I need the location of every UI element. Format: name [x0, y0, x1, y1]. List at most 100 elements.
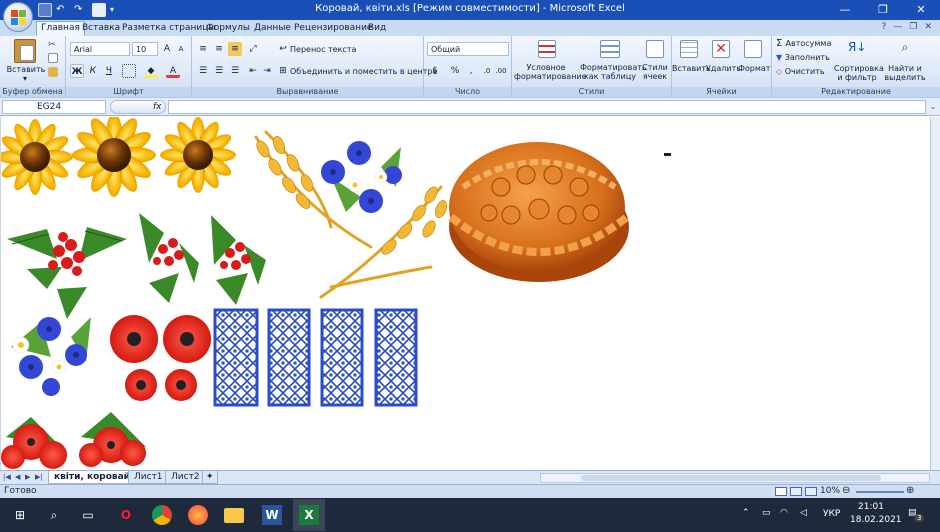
merge-center-icon[interactable]: ⊞ [276, 64, 290, 78]
windows-icon[interactable]: ⊞ [10, 505, 30, 525]
tab-page-layout[interactable]: Разметка страницы [122, 21, 216, 36]
ribbon-minimize-icon[interactable]: — [893, 22, 902, 32]
zoom-level[interactable]: 10% [820, 486, 840, 496]
last-sheet-icon[interactable]: ▶| [35, 473, 43, 481]
tab-view[interactable]: Вид [368, 21, 386, 36]
battery-icon[interactable]: ▭ [762, 508, 771, 518]
font-size-select[interactable]: 10 [132, 42, 158, 56]
poppies-group[interactable] [110, 315, 211, 401]
small-shape[interactable] [664, 153, 671, 156]
close-button[interactable]: ✕ [902, 0, 940, 20]
underline-button[interactable]: Ч [102, 64, 116, 78]
font-color-icon[interactable]: A [166, 64, 180, 78]
align-bottom-icon[interactable]: ≡ [228, 42, 242, 56]
tray-chevron-icon[interactable]: ⌃ [742, 508, 750, 518]
tab-formulas[interactable]: Формулы [206, 21, 250, 36]
merge-center-button[interactable]: Объединить и поместить в центре [290, 67, 437, 76]
viburnum-branch-3[interactable] [211, 215, 266, 305]
bold-button[interactable]: Ж [70, 64, 84, 78]
fill-button[interactable]: ▼ Заполнить [776, 53, 840, 62]
name-box[interactable]: EG24 [2, 100, 106, 114]
next-sheet-icon[interactable]: ▶ [25, 473, 30, 481]
conditional-format-button[interactable]: Условное форматирование [514, 63, 587, 81]
zoom-slider[interactable] [856, 491, 904, 493]
cell-styles-button[interactable]: Стили ячеек [640, 63, 670, 81]
embroidery-strip-3[interactable] [320, 308, 364, 407]
tab-review[interactable]: Рецензирование [294, 21, 372, 36]
embroidery-strip-2[interactable] [267, 308, 311, 407]
number-format-select[interactable]: Общий [427, 42, 509, 56]
minimize-button[interactable]: — [826, 0, 864, 20]
sunflower-3[interactable] [160, 117, 236, 193]
increase-decimal-icon[interactable]: .0 [480, 64, 494, 78]
sunflower-2[interactable] [72, 113, 156, 197]
insert-cells-button[interactable]: Вставить [672, 64, 711, 73]
sheet-tab-list1[interactable]: Лист1 [128, 471, 169, 484]
help-icon[interactable]: ? [882, 22, 887, 32]
cornflower-bouquet-1[interactable] [321, 141, 402, 213]
first-sheet-icon[interactable]: |◀ [3, 473, 11, 481]
paste-button[interactable]: Вставить [6, 65, 46, 74]
korovai-bread[interactable] [448, 142, 630, 282]
grow-font-icon[interactable]: A [160, 42, 174, 56]
italic-button[interactable]: К [86, 64, 100, 78]
insert-sheet-icon[interactable]: ✦ [202, 471, 218, 484]
expand-formula-bar-icon[interactable]: ⌄ [928, 100, 938, 114]
zoom-in-icon[interactable]: ⊕ [906, 485, 914, 496]
firefox-icon[interactable] [188, 505, 208, 525]
tab-data[interactable]: Данные [254, 21, 291, 36]
page-layout-view-icon[interactable] [790, 487, 802, 496]
search-icon[interactable]: ⌕ [44, 505, 64, 525]
excel-icon[interactable]: X [293, 499, 325, 531]
comma-style-icon[interactable]: , [464, 64, 478, 78]
tab-home[interactable]: Главная [36, 21, 85, 36]
workbook-close-icon[interactable]: ✕ [924, 22, 932, 32]
office-button[interactable] [3, 2, 33, 32]
find-select-button[interactable]: Найти и выделить [882, 64, 928, 82]
paste-dropdown-icon[interactable]: ▾ [20, 74, 30, 83]
copy-icon[interactable] [48, 53, 58, 63]
horizontal-scroll-thumb[interactable] [581, 475, 881, 481]
worksheet-grid[interactable] [0, 113, 930, 470]
cut-icon[interactable]: ✂ [48, 40, 58, 50]
sheet-tab-active[interactable]: квіти, коровай [48, 471, 136, 484]
word-icon[interactable]: W [262, 505, 282, 525]
format-as-table-button[interactable]: Форматировать как таблицу [580, 63, 647, 81]
opera-icon[interactable]: O [116, 505, 136, 525]
increase-indent-icon[interactable]: ⇥ [260, 64, 274, 78]
vertical-scrollbar[interactable] [930, 117, 940, 470]
decrease-decimal-icon[interactable]: .00 [494, 64, 508, 78]
normal-view-icon[interactable] [775, 487, 787, 496]
orientation-icon[interactable]: ⤢ [246, 42, 260, 56]
align-right-icon[interactable]: ☰ [228, 64, 242, 78]
ribbon-restore-icon[interactable]: ❐ [909, 22, 917, 32]
sheet-tab-list2[interactable]: Лист2 [165, 471, 206, 484]
sort-filter-button[interactable]: Сортировка и фильтр [834, 64, 884, 82]
chrome-icon[interactable] [152, 505, 172, 525]
format-cells-button[interactable]: Формат [738, 64, 770, 73]
percent-button[interactable]: % [448, 64, 462, 78]
font-name-select[interactable]: Arial [70, 42, 130, 56]
volume-icon[interactable]: ◁ [800, 508, 807, 518]
task-view-icon[interactable]: ▭ [78, 505, 98, 525]
autosum-button[interactable]: Σ Автосумма [776, 39, 840, 49]
decrease-indent-icon[interactable]: ⇤ [246, 64, 260, 78]
embroidery-strip-4[interactable] [374, 308, 418, 407]
tab-insert[interactable]: Вставка [82, 21, 120, 36]
wrap-text-button[interactable]: Перенос текста [290, 45, 380, 54]
clear-button[interactable]: ◇ Очистить [776, 67, 840, 76]
align-top-icon[interactable]: ≡ [196, 42, 210, 56]
page-break-view-icon[interactable] [805, 487, 817, 496]
folder-icon[interactable] [224, 508, 244, 523]
align-middle-icon[interactable]: ≡ [212, 42, 226, 56]
borders-icon[interactable] [122, 64, 136, 78]
align-center-icon[interactable]: ☰ [212, 64, 226, 78]
network-icon[interactable]: ◠ [780, 508, 788, 518]
restore-button[interactable]: ❐ [864, 0, 902, 20]
embroidery-strip-1[interactable] [213, 308, 259, 407]
wrap-text-icon[interactable]: ↩ [276, 42, 290, 56]
cornflower-bouquet-2[interactable] [11, 317, 91, 396]
poppy-bouquet-2[interactable] [79, 412, 146, 467]
clock-time[interactable]: 21:01 [858, 502, 884, 512]
currency-icon[interactable]: $ [428, 64, 442, 78]
